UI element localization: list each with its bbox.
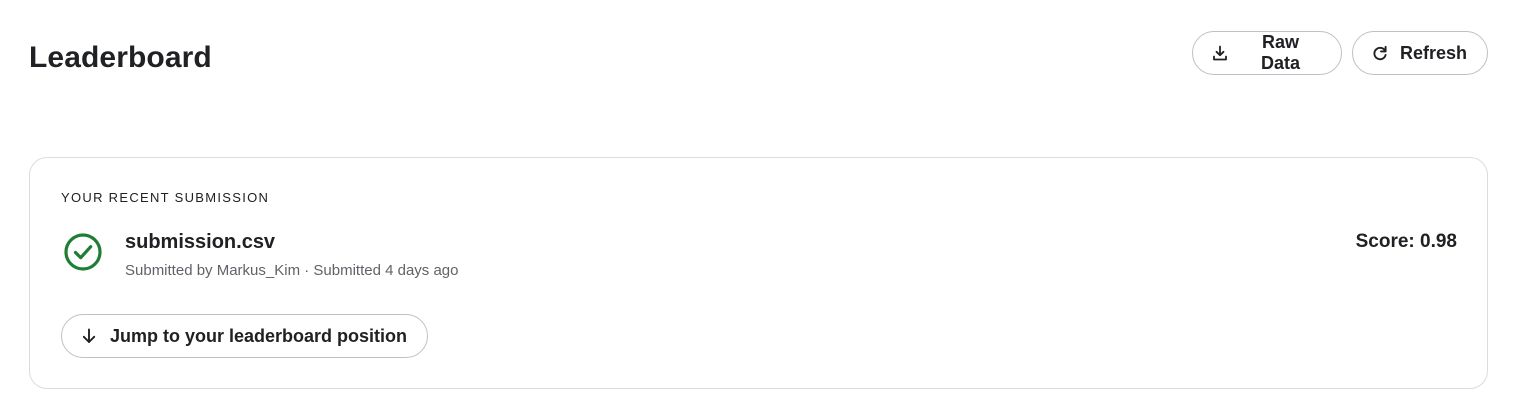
submission-meta: Submitted by Markus_Kim · Submitted 4 da…: [125, 262, 459, 279]
jump-to-position-button[interactable]: Jump to your leaderboard position: [61, 314, 429, 358]
submission-file-name[interactable]: submission.csv: [125, 231, 275, 254]
refresh-button[interactable]: Refresh: [1352, 31, 1488, 75]
check-circle-icon: [63, 232, 103, 272]
raw-data-label: Raw Data: [1260, 32, 1300, 73]
jump-button-label: Jump to your leaderboard position: [110, 325, 408, 346]
refresh-label: Refresh: [1400, 42, 1468, 63]
raw-data-button[interactable]: Raw Data: [1192, 31, 1342, 75]
header-actions: Raw Data Refresh: [1192, 31, 1488, 75]
download-icon: [1211, 44, 1229, 62]
arrow-down-icon: [80, 327, 98, 345]
submission-score: Score: 0.98: [1355, 231, 1457, 252]
refresh-icon: [1371, 44, 1389, 62]
recent-submission-card: YOUR RECENT SUBMISSION submission.csv Su…: [29, 157, 1488, 389]
page-title: Leaderboard: [29, 41, 212, 74]
section-label: YOUR RECENT SUBMISSION: [61, 190, 270, 205]
